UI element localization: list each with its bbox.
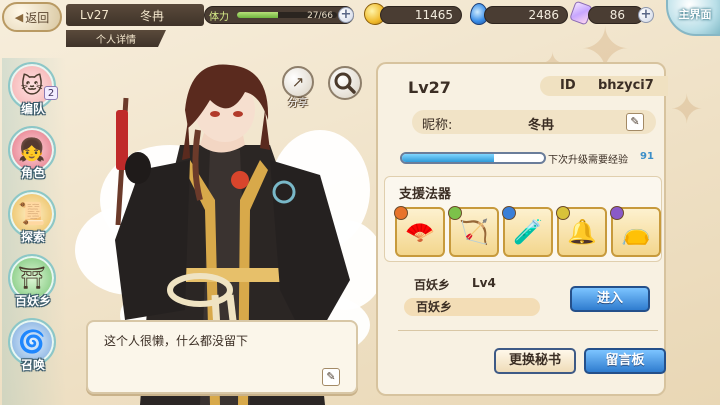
signature-bubble: 这个人很懒，什么都没留下 ✎ [86,320,358,394]
element-icon [394,206,408,220]
zoom-button[interactable] [328,66,362,100]
exp-fill [402,154,495,162]
drop-value: 2486 [528,8,559,22]
nickname-value: 冬冉 [528,118,555,133]
gem-counter: 86 [588,6,644,24]
nav-item-village[interactable]: ⛩ 百妖乡 [6,254,56,314]
profile-level: Lv27 [408,78,451,97]
page-title: 个人详情 [66,30,166,47]
drop-counter: 2486 [484,6,568,24]
nav-item-character[interactable]: 👧 角色 [6,126,56,186]
gem-value: 86 [609,8,625,22]
background-star: ✦ [670,87,704,133]
edit-signature-button[interactable]: ✎ [322,368,340,386]
nav-item-summon[interactable]: 🌀 召唤 [6,318,56,378]
element-icon [502,206,516,220]
village-name: 百妖乡 [404,298,540,316]
add-gem-button[interactable]: + [638,7,654,23]
support-items-box: 支援法器 🪭 🏹 🧪 🔔 👝 [384,176,662,262]
pencil-icon: ✎ [326,370,336,383]
main-screen-label: 主界面 [678,8,712,21]
profile-panel: Lv27 ID bhzyci7 昵称: 冬冉 ✎ 下次升级需要经验 91 支援法… [376,62,668,396]
share-label: 分享 [288,98,308,109]
nav-label: 探索 [20,230,45,244]
support-title: 支援法器 [399,187,452,202]
coin-value: 11465 [414,8,453,22]
support-slot-1[interactable]: 🪭 [394,206,445,257]
nav-label: 编队 [20,102,45,116]
bell-icon: 🔔 [567,218,597,246]
top-bar: ◀ 返回 Lv27 冬冉 个人详情 体力 27/66 + 11465 2486 … [0,0,720,47]
back-label: 返回 [25,10,50,25]
id-value: bhzyci7 [598,78,654,93]
potion-icon: 🧪 [513,218,543,246]
nav-label: 角色 [20,166,45,180]
player-info-bar: Lv27 冬冉 [66,4,204,26]
nav-label: 召唤 [20,358,45,372]
player-name: 冬冉 [140,8,165,23]
side-nav: 🐱 2 编队 👧 角色 📜 探索 ⛩ 百妖乡 🌀 召唤 [2,58,66,405]
main-screen-button[interactable]: 主界面 [666,0,720,36]
nav-item-team[interactable]: 🐱 2 编队 [6,62,58,122]
signature-text: 这个人很懒，什么都没留下 [104,334,249,348]
back-arrow-icon: ◀ [14,10,24,24]
stamina-fill [237,12,278,18]
back-button[interactable]: ◀ 返回 [2,2,62,32]
village-title: 百妖乡 [414,278,451,292]
bow-icon: 🏹 [459,218,489,246]
support-slot-4[interactable]: 🔔 [556,206,607,257]
edit-nickname-button[interactable]: ✎ [626,113,644,131]
share-icon: ↗ [291,73,305,91]
change-secretary-button[interactable]: 更换秘书 [494,348,576,374]
element-icon [610,206,624,220]
exp-bar [400,152,546,164]
element-icon [448,206,462,220]
exp-value: 91 [640,151,654,162]
message-board-button[interactable]: 留言板 [584,348,666,374]
id-box: ID bhzyci7 [540,76,668,96]
player-level: Lv27 [80,8,110,22]
nav-item-explore[interactable]: 📜 探索 [6,190,56,250]
element-icon [556,206,570,220]
divider [398,330,658,331]
nickname-label: 昵称: [422,118,453,133]
add-stamina-button[interactable]: + [338,7,354,23]
stamina-bar: 体力 27/66 [204,6,354,24]
support-slot-2[interactable]: 🏹 [448,206,499,257]
fan-icon: 🪭 [405,218,435,246]
stamina-value: 27/66 [307,11,333,21]
village-level: Lv4 [472,276,496,290]
stamina-label: 体力 [209,12,229,23]
bag-icon: 👝 [621,218,651,246]
exp-label: 下次升级需要经验 [548,155,628,166]
id-label: ID [560,78,576,93]
team-badge: 2 [44,86,58,100]
nickname-field: 昵称: 冬冉 [412,110,656,134]
coin-counter: 11465 [380,6,462,24]
nav-label: 百妖乡 [14,294,51,308]
magnifier-icon [334,72,356,94]
support-slot-5[interactable]: 👝 [610,206,661,257]
enter-button[interactable]: 进入 [570,286,650,312]
support-slot-3[interactable]: 🧪 [502,206,553,257]
pencil-icon: ✎ [630,115,640,128]
